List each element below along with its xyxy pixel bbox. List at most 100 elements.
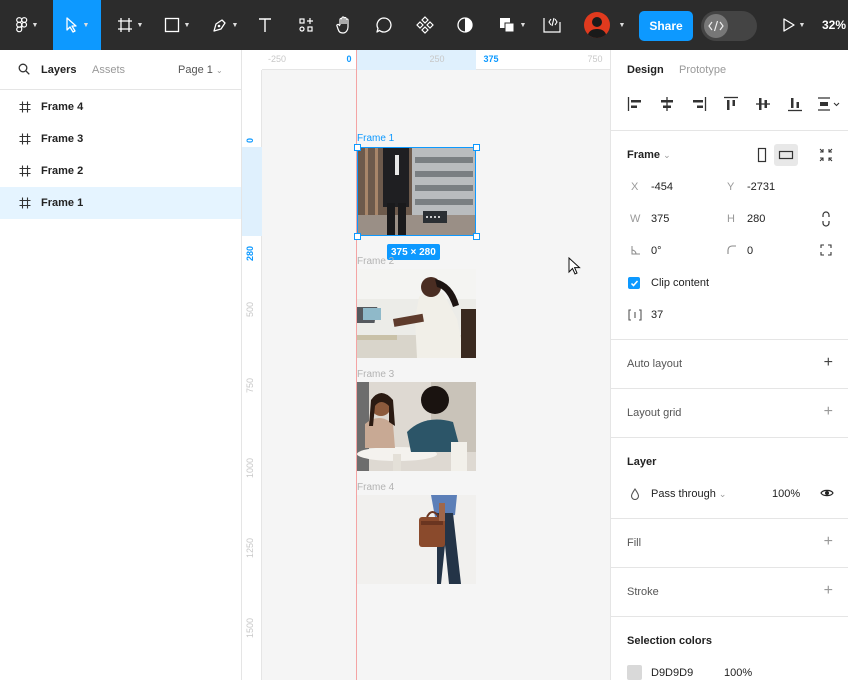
text-tool-button[interactable] <box>254 0 276 50</box>
pen-tool-button[interactable]: ▼ <box>205 0 245 50</box>
frame-title[interactable]: Frame 4 <box>357 482 394 493</box>
tab-design[interactable]: Design <box>627 64 664 76</box>
frame-tool-button[interactable]: ▼ <box>110 0 150 50</box>
auto-layout-title: Auto layout <box>627 358 683 370</box>
tab-prototype[interactable]: Prototype <box>679 64 726 76</box>
boolean-button[interactable]: ▼ <box>494 0 530 50</box>
avatar[interactable] <box>584 12 610 38</box>
resize-handle[interactable] <box>473 144 480 151</box>
component-button[interactable] <box>414 0 436 50</box>
ruler-top: -250 0 250 375 750 <box>262 50 610 70</box>
ruler-selection-highlight <box>357 50 476 70</box>
figma-menu-button[interactable]: ▼ <box>4 0 50 50</box>
ruler-left: 0 280 500 750 1000 1250 1500 <box>242 70 262 680</box>
add-layout-grid-icon[interactable]: + <box>824 404 833 420</box>
y-input[interactable]: -2731 <box>747 181 775 193</box>
crop-button[interactable] <box>541 0 563 50</box>
rectangle-icon <box>164 17 179 33</box>
stroke-section: Stroke + <box>611 568 848 617</box>
layer-row-frame-4[interactable]: Frame 4 <box>0 91 241 123</box>
layer-row-frame-3[interactable]: Frame 3 <box>0 123 241 155</box>
align-right-icon[interactable] <box>691 96 707 112</box>
independent-corners-icon[interactable] <box>820 244 832 256</box>
constrain-proportions-icon[interactable] <box>821 211 831 227</box>
blend-mode-select[interactable]: Pass through ⌄ <box>651 488 726 500</box>
landscape-button[interactable] <box>774 144 798 166</box>
frame-4-image[interactable] <box>357 495 476 584</box>
clip-content-label: Clip content <box>651 277 710 289</box>
mask-button[interactable] <box>454 0 476 50</box>
rotation-input[interactable]: 0° <box>651 245 662 257</box>
resources-button[interactable] <box>295 0 317 50</box>
eye-icon[interactable] <box>820 488 834 498</box>
page-selector-label: Page 1 <box>178 64 213 76</box>
tab-layers[interactable]: Layers <box>41 64 76 76</box>
auto-layout-section: Auto layout + <box>611 340 848 389</box>
portrait-icon[interactable] <box>757 147 767 163</box>
zoom-level[interactable]: 32% <box>822 0 846 50</box>
distribute-icon[interactable] <box>817 96 841 112</box>
hand-tool-button[interactable] <box>333 0 355 50</box>
frame-title[interactable]: Frame 3 <box>357 369 394 380</box>
color-swatch[interactable] <box>627 665 642 680</box>
frame-3-image[interactable] <box>357 382 476 471</box>
color-opacity-input[interactable]: 100% <box>724 667 752 679</box>
align-center-vertical-icon[interactable] <box>755 96 771 112</box>
corner-radius-input[interactable]: 0 <box>747 245 753 257</box>
frame-title[interactable]: Frame 2 <box>357 256 394 267</box>
check-icon <box>630 280 638 287</box>
spacing-icon <box>628 309 642 321</box>
present-button[interactable]: ▼ <box>778 0 810 50</box>
frame-2-image[interactable] <box>357 269 476 358</box>
chevron-down-icon: ▼ <box>618 21 626 29</box>
add-fill-icon[interactable]: + <box>824 534 833 550</box>
comment-tool-button[interactable] <box>373 0 395 50</box>
alignment-section: Design Prototype <box>611 50 848 131</box>
ruler-tick-label: 0 <box>346 54 352 64</box>
layer-row-frame-1[interactable]: Frame 1 <box>0 187 241 219</box>
add-auto-layout-icon[interactable]: + <box>824 355 833 371</box>
spacing-input[interactable]: 37 <box>651 309 663 321</box>
fill-title: Fill <box>627 537 642 549</box>
page-selector[interactable]: Page 1 ⌄ <box>178 64 223 76</box>
resize-handle[interactable] <box>473 233 480 240</box>
resize-handle[interactable] <box>354 233 361 240</box>
tab-assets[interactable]: Assets <box>92 64 125 76</box>
align-left-icon[interactable] <box>627 96 643 112</box>
chevron-down-icon: ⌄ <box>718 489 727 499</box>
dev-mode-toggle[interactable] <box>701 11 757 41</box>
height-input[interactable]: 280 <box>747 213 765 225</box>
frame-type-selector[interactable]: Frame ⌄ <box>627 149 671 161</box>
search-icon[interactable] <box>18 63 30 75</box>
ruler-tick-label: 750 <box>245 377 255 393</box>
frame-icon <box>19 197 31 209</box>
clip-content-checkbox[interactable] <box>628 277 640 289</box>
crop-icon <box>543 17 561 33</box>
color-hex-input[interactable]: D9D9D9 <box>651 667 693 679</box>
layer-row-frame-2[interactable]: Frame 2 <box>0 155 241 187</box>
canvas[interactable]: -250 0 250 375 750 0 280 500 750 1000 12… <box>242 50 610 680</box>
align-center-horizontal-icon[interactable] <box>659 96 675 112</box>
align-top-icon[interactable] <box>723 96 739 112</box>
stroke-title: Stroke <box>627 586 659 598</box>
layer-opacity-input[interactable]: 100% <box>772 488 800 500</box>
layers-panel-tabs: Layers Assets Page 1 ⌄ <box>0 50 241 90</box>
dev-mode-icon <box>704 14 728 38</box>
align-bottom-icon[interactable] <box>787 96 803 112</box>
selection-outline[interactable] <box>357 147 476 236</box>
x-input[interactable]: -454 <box>651 181 673 193</box>
frame-title[interactable]: Frame 1 <box>357 133 394 144</box>
multiplayer-menu-button[interactable]: ▼ <box>614 0 626 50</box>
shape-tool-button[interactable]: ▼ <box>157 0 197 50</box>
width-input[interactable]: 375 <box>651 213 669 225</box>
chevron-down-icon: ▼ <box>231 21 239 29</box>
resize-to-fit-icon[interactable] <box>819 148 833 162</box>
layer-section: Layer Pass through ⌄ 100% <box>611 438 848 519</box>
move-tool-button[interactable]: ▼ <box>53 0 101 50</box>
resize-handle[interactable] <box>354 144 361 151</box>
chevron-down-icon: ▼ <box>82 21 90 29</box>
corner-radius-icon <box>727 245 736 254</box>
add-stroke-icon[interactable]: + <box>824 583 833 599</box>
text-icon <box>259 18 271 32</box>
share-button[interactable]: Share <box>639 11 693 41</box>
